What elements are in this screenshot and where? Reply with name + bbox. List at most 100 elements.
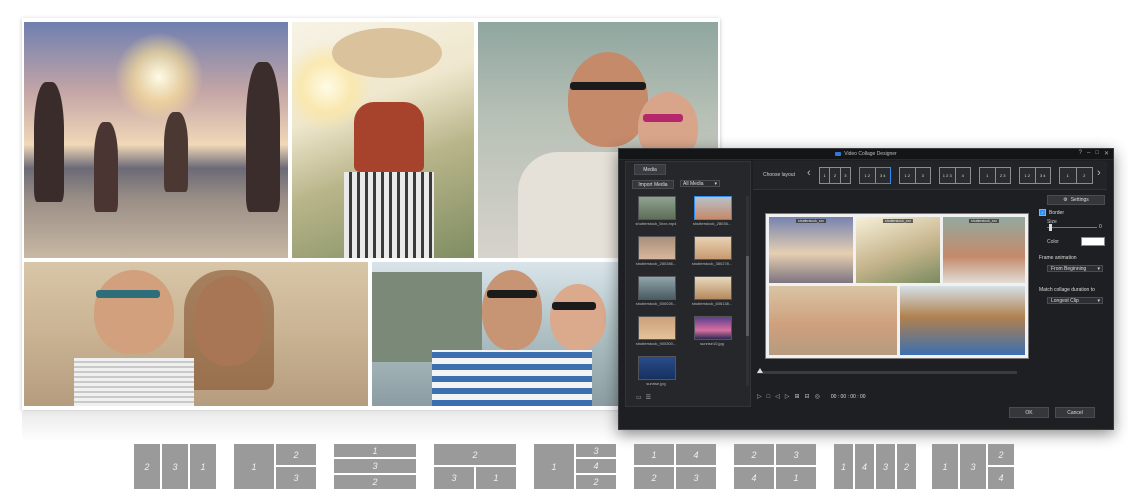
media-thumbnail (694, 236, 732, 260)
preview-cell[interactable]: shutterstock_xxx (943, 217, 1025, 283)
media-thumbnail (638, 196, 676, 220)
border-checkbox[interactable]: ✓ Border (1039, 209, 1064, 216)
layout-template[interactable]: 1 4 3 2 (834, 444, 916, 489)
frame-animation-label: Frame animation (1039, 255, 1077, 261)
video-collage-designer-window: Video Collage Designer ? – □ ✕ Media Imp… (618, 148, 1114, 430)
ok-button[interactable]: OK (1009, 407, 1049, 418)
frame-animation-select[interactable]: From Beginning ▾ (1047, 265, 1103, 272)
media-caption: shutterstock_28036... (692, 221, 732, 226)
media-caption: shutterstock_5xxx.mp4 (635, 221, 677, 226)
match-duration-select[interactable]: Longest Clip ▾ (1047, 297, 1103, 304)
media-caption: shutterstock_500026... (635, 301, 677, 306)
view-list-icon[interactable]: ☰ (646, 394, 651, 401)
preview-cell[interactable]: shutterstock_xxx (856, 217, 940, 283)
slider-handle[interactable] (1049, 224, 1052, 231)
chevron-down-icon: ▾ (1097, 298, 1100, 304)
frame-animation-value: From Beginning (1051, 265, 1087, 272)
media-thumbnail (694, 196, 732, 220)
title-bar: Video Collage Designer ? – □ ✕ (619, 149, 1113, 160)
gear-icon: ⚙ (1063, 197, 1068, 203)
preview-cell[interactable] (769, 286, 897, 355)
layout-option[interactable]: 1 2 3 (819, 167, 851, 184)
media-thumbnail (694, 316, 732, 340)
color-label: Color (1047, 239, 1059, 245)
layout-template[interactable]: 2 3 1 (134, 444, 216, 489)
close-icon[interactable]: ✕ (1104, 150, 1109, 157)
media-item[interactable]: shutterstock_28036... (690, 196, 734, 232)
layout-template[interactable]: 2 3 1 (434, 444, 516, 489)
media-filter-value: All Media (683, 180, 704, 187)
dialog-buttons: OK Cancel (1009, 407, 1095, 418)
media-caption: shutterstock_606138... (691, 301, 733, 306)
scrollbar-thumb[interactable] (746, 256, 749, 336)
preview-cell[interactable]: shutterstock_xxx (769, 217, 853, 283)
media-item[interactable]: shutterstock_380278... (690, 236, 734, 272)
help-icon[interactable]: ? (1079, 150, 1082, 157)
minimize-icon[interactable]: – (1087, 150, 1090, 157)
layout-option[interactable]: 1 2 3 4 (939, 167, 971, 184)
media-thumbnail (638, 356, 676, 380)
layout-option[interactable]: 1 2 3 (899, 167, 931, 184)
previous-frame-icon[interactable]: ◁ (775, 393, 780, 400)
collage-preview-canvas[interactable]: shutterstock_xxx shutterstock_xxx shutte… (765, 213, 1029, 359)
fullscreen-icon[interactable]: ⊟ (805, 393, 810, 400)
layout-option[interactable]: 1 2 3 4 (1019, 167, 1051, 184)
play-icon[interactable]: ▷ (757, 393, 762, 400)
tab-media[interactable]: Media (634, 164, 666, 175)
media-item[interactable]: sunrise10.jpg (690, 316, 734, 352)
preview-cell[interactable] (900, 286, 1025, 355)
import-media-button[interactable]: Import Media (632, 180, 674, 189)
media-thumbnail (694, 276, 732, 300)
collage-photo-hat-woman (292, 22, 474, 258)
media-scrollbar[interactable] (746, 196, 749, 386)
media-caption: shutterstock_900300... (635, 341, 677, 346)
chevron-down-icon: ▾ (1097, 266, 1100, 272)
photo-collage (22, 18, 720, 410)
media-thumbnail (638, 316, 676, 340)
next-frame-icon[interactable]: ▷ (785, 393, 790, 400)
border-color-swatch[interactable] (1081, 237, 1105, 246)
layout-templates-row: 2 3 1 1 2 3 1 3 2 2 3 1 1 3 4 2 1 4 2 3 … (134, 444, 1014, 490)
playhead-marker[interactable] (757, 368, 763, 373)
border-size-slider[interactable] (1047, 224, 1097, 231)
media-item[interactable]: sunrise.jpg (634, 356, 678, 392)
layout-prev-arrow[interactable]: ‹ (807, 168, 811, 179)
layout-option-selected[interactable]: 1 2 3 4 (859, 167, 891, 184)
volume-icon[interactable]: ◎ (815, 393, 820, 400)
media-panel: Media Import Media All Media ▾ shutterst… (625, 161, 751, 407)
checkbox-checked-icon: ✓ (1039, 209, 1046, 216)
border-label: Border (1049, 209, 1065, 216)
app-logo-icon (835, 152, 842, 156)
folder-icon[interactable]: ▭ (636, 394, 642, 401)
stop-icon[interactable]: □ (767, 394, 771, 400)
layout-template[interactable]: 2 3 4 1 (734, 444, 816, 489)
layout-template[interactable]: 1 4 2 3 (634, 444, 716, 489)
media-caption: sunrise.jpg (646, 381, 666, 386)
cancel-button[interactable]: Cancel (1055, 407, 1095, 418)
media-caption: shutterstock_380278... (691, 261, 733, 266)
layout-template[interactable]: 1 2 3 (234, 444, 316, 489)
preview-cell-label: shutterstock_xxx (968, 219, 1000, 223)
media-item[interactable]: shutterstock_280386... (634, 236, 678, 272)
settings-button[interactable]: ⚙ Settings (1047, 195, 1105, 205)
layout-next-arrow[interactable]: › (1097, 168, 1101, 179)
media-filter-select[interactable]: All Media ▾ (680, 180, 720, 187)
collage-reflection (22, 412, 720, 442)
timeline-track[interactable] (757, 368, 1017, 374)
chevron-down-icon: ▾ (714, 181, 717, 187)
media-panel-toolbar: ▭ ☰ (636, 394, 651, 401)
media-item[interactable]: shutterstock_606138... (690, 276, 734, 312)
snapshot-icon[interactable]: ⊞ (795, 393, 800, 400)
media-item[interactable]: shutterstock_500026... (634, 276, 678, 312)
preview-cell-label: shutterstock_xxx (882, 219, 914, 223)
maximize-icon[interactable]: □ (1095, 150, 1099, 157)
layout-option[interactable]: 1 2 3 (979, 167, 1011, 184)
choose-layout-label: Choose layout (763, 172, 795, 178)
window-title: Video Collage Designer (844, 151, 897, 157)
layout-template[interactable]: 1 3 2 (334, 444, 416, 489)
media-item[interactable]: shutterstock_5xxx.mp4 (634, 196, 678, 232)
layout-option[interactable]: 1 2 (1059, 167, 1093, 184)
media-item[interactable]: shutterstock_900300... (634, 316, 678, 352)
layout-template[interactable]: 1 3 4 2 (534, 444, 616, 489)
layout-template[interactable]: 1 3 2 4 (932, 444, 1014, 489)
